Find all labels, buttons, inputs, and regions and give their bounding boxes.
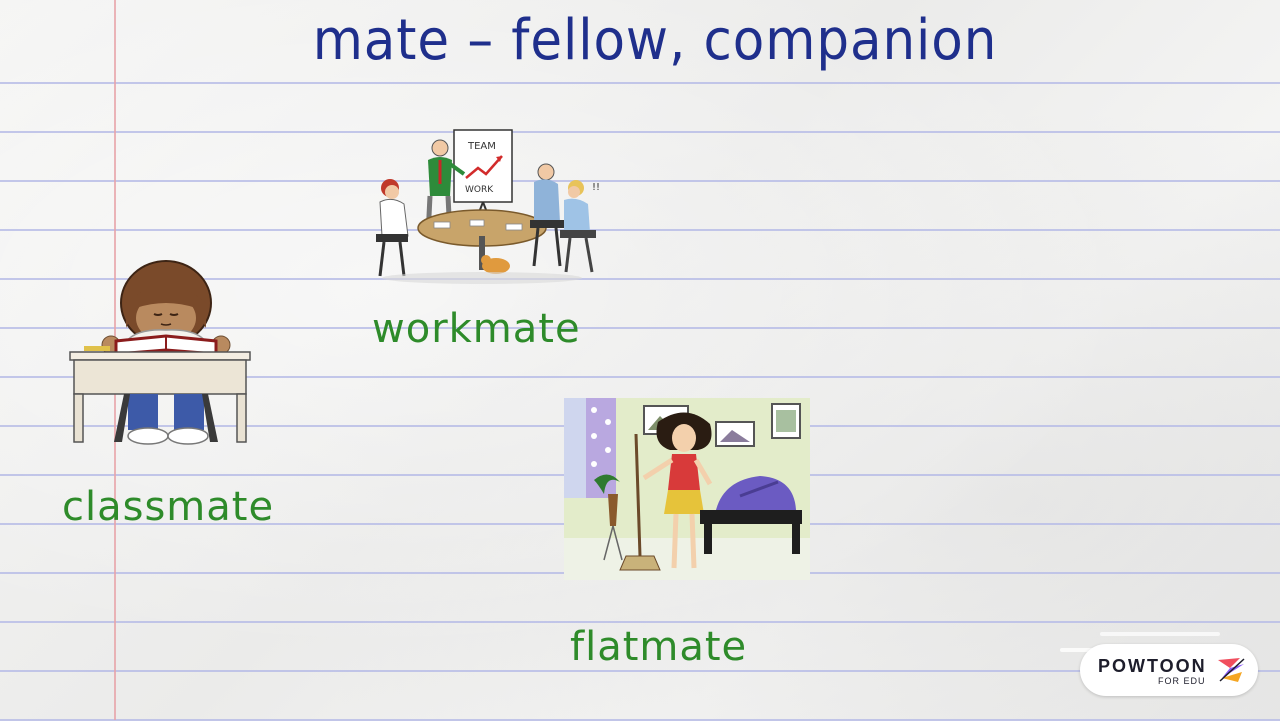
board-label-team: TEAM: [467, 141, 496, 152]
scrub-bar: [1100, 632, 1220, 636]
classmate-illustration: [69, 260, 251, 445]
workmate-illustration: TEAM WORK !!: [376, 129, 600, 284]
word-flatmate: flatmate: [570, 624, 748, 670]
svg-text:!!: !!: [592, 182, 600, 193]
slide-title: mate – fellow, companion: [312, 8, 998, 73]
powtoon-mark-icon: [1218, 658, 1245, 682]
powtoon-logo: POWTOON FOR EDU: [1080, 644, 1258, 696]
board-label-work: WORK: [465, 185, 494, 195]
logo-sub: FOR EDU: [1158, 676, 1206, 686]
ruled-line: [0, 131, 1280, 133]
word-workmate: workmate: [372, 306, 581, 352]
ruled-line: [0, 229, 1280, 231]
logo-name: POWTOON: [1098, 656, 1207, 676]
ruled-line: [0, 180, 1280, 182]
ruled-line: [0, 82, 1280, 84]
flatmate-illustration: [564, 398, 810, 580]
word-classmate: classmate: [62, 484, 275, 530]
ruled-line: [0, 621, 1280, 623]
